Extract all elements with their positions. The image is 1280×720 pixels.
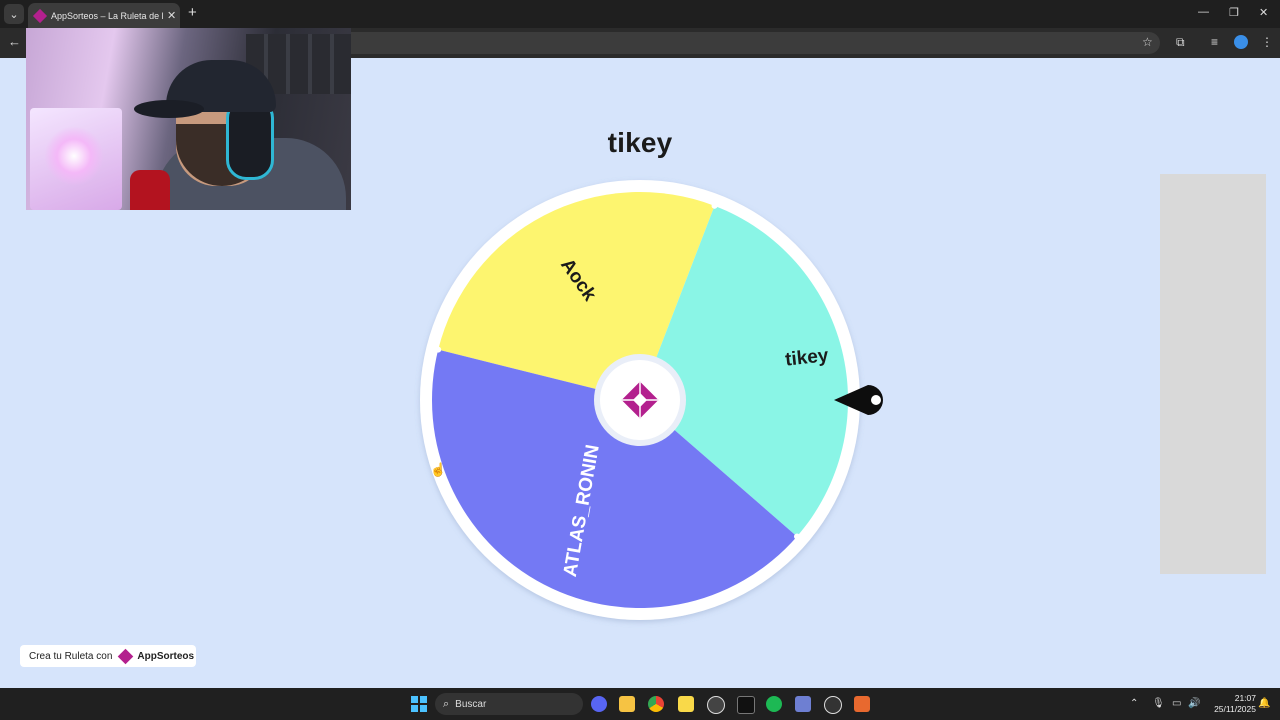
microphone-icon[interactable]: 🎙: [1152, 698, 1165, 709]
clock-time: 21:07: [1234, 693, 1256, 703]
chrome-icon[interactable]: [648, 696, 664, 712]
notifications-icon[interactable]: 🔔: [1258, 698, 1270, 709]
hand-cursor-icon: ☝: [430, 462, 447, 477]
promo-brand: AppSorteos: [137, 650, 195, 662]
app-icon-3[interactable]: [854, 696, 870, 712]
ad-placeholder: [1160, 174, 1266, 574]
tray-overflow-icon[interactable]: ⌃: [1130, 698, 1138, 709]
spotify-icon[interactable]: [766, 696, 782, 712]
promo-banner[interactable]: Crea tu Ruleta con AppSorteos: [20, 645, 196, 667]
app-icon[interactable]: [737, 696, 755, 714]
volume-icon[interactable]: 🔊: [1188, 698, 1200, 709]
taskbar-search[interactable]: ⌕ Buscar: [435, 693, 583, 715]
sticky-notes-icon[interactable]: [678, 696, 694, 712]
wheel-peg-dot: [435, 346, 442, 353]
search-icon: ⌕: [443, 697, 450, 710]
start-menu-icon[interactable]: [411, 696, 427, 712]
network-icon[interactable]: ▭: [1172, 698, 1181, 709]
obs-icon[interactable]: [707, 696, 725, 714]
taskbar-search-label: Buscar: [455, 698, 487, 710]
windows-taskbar: ⌕ Buscar ⌃ 🎙 ▭ 🔊 21:07 25/11/2025 🔔: [0, 688, 1280, 720]
wheel-peg-dot: [711, 202, 718, 209]
discord-icon[interactable]: [591, 696, 607, 712]
promo-text: Crea tu Ruleta con: [29, 650, 113, 662]
clock[interactable]: 21:07 25/11/2025: [1206, 693, 1256, 715]
prize-wheel[interactable]: AocktikeyATLAS_RONIN: [0, 0, 1280, 720]
media-player-icon[interactable]: [824, 696, 842, 714]
wheel-peg-dot: [793, 533, 800, 540]
appsorteos-brand-icon: [118, 648, 134, 664]
app-icon-2[interactable]: [795, 696, 811, 712]
clock-date: 25/11/2025: [1214, 704, 1256, 714]
file-explorer-icon[interactable]: [619, 696, 635, 712]
